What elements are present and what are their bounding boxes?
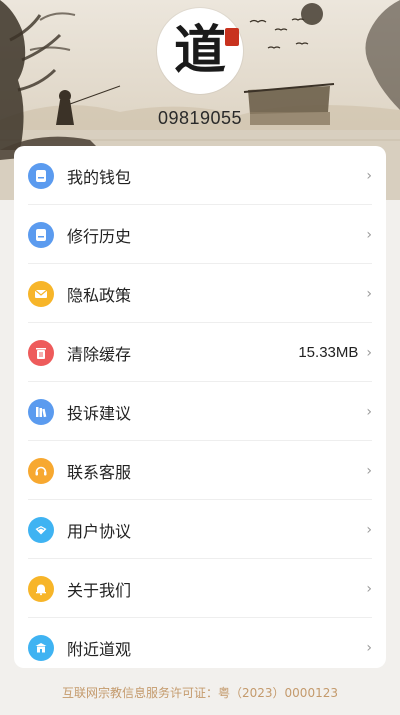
license-footer: 互联网宗教信息服务许可证：粤（2023）0000123	[62, 686, 338, 700]
menu-item-label: 我的钱包	[67, 167, 132, 187]
menu-item-history[interactable]: 修行历史 ›	[14, 205, 386, 264]
menu-item-feedback[interactable]: 投诉建议 ›	[14, 382, 386, 441]
chevron-right-icon: ›	[366, 403, 372, 420]
agreement-icon	[28, 516, 54, 543]
chevron-right-icon: ›	[366, 462, 372, 479]
chevron-right-icon: ›	[366, 285, 372, 302]
menu-item-label: 关于我们	[67, 580, 132, 600]
chevron-right-icon: ›	[366, 580, 372, 597]
avatar-logo-text: 道	[173, 20, 226, 81]
menu-item-label: 清除缓存	[67, 344, 132, 364]
chevron-right-icon: ›	[366, 639, 372, 656]
chevron-right-icon: ›	[366, 344, 372, 361]
temple-icon	[28, 634, 54, 661]
headset-icon	[28, 457, 54, 484]
trash-icon	[28, 339, 54, 366]
menu-item-label: 用户协议	[67, 521, 132, 541]
chevron-right-icon: ›	[366, 226, 372, 243]
menu-item-user-agreement[interactable]: 用户协议 ›	[14, 500, 386, 559]
menu-item-label: 隐私政策	[67, 285, 132, 305]
menu-item-nearby-temples[interactable]: 附近道观 ›	[14, 618, 386, 677]
cache-size-value: 15.33MB	[298, 344, 359, 361]
menu-item-label: 附近道观	[67, 639, 132, 659]
menu-item-about-us[interactable]: 关于我们 ›	[14, 559, 386, 618]
chevron-right-icon: ›	[366, 521, 372, 538]
wallet-icon	[28, 162, 54, 189]
mail-icon	[28, 280, 54, 307]
menu-item-label: 修行历史	[67, 226, 132, 246]
books-icon	[28, 398, 54, 425]
settings-menu: 我的钱包 › 修行历史 › 隐私政策 › 清除缓存 15.33MB › 投诉建议…	[14, 146, 386, 668]
menu-item-privacy-policy[interactable]: 隐私政策 ›	[14, 264, 386, 323]
avatar[interactable]: 道	[157, 8, 243, 94]
menu-item-wallet[interactable]: 我的钱包 ›	[14, 146, 386, 205]
history-icon	[28, 221, 54, 248]
menu-item-contact-support[interactable]: 联系客服 ›	[14, 441, 386, 500]
menu-item-label: 投诉建议	[67, 403, 132, 423]
chevron-right-icon: ›	[366, 167, 372, 184]
user-id: 09819055	[157, 108, 243, 128]
menu-item-clear-cache[interactable]: 清除缓存 15.33MB ›	[14, 323, 386, 382]
menu-item-label: 联系客服	[67, 462, 132, 482]
seal-stamp-icon	[225, 28, 239, 46]
bell-icon	[28, 575, 54, 602]
